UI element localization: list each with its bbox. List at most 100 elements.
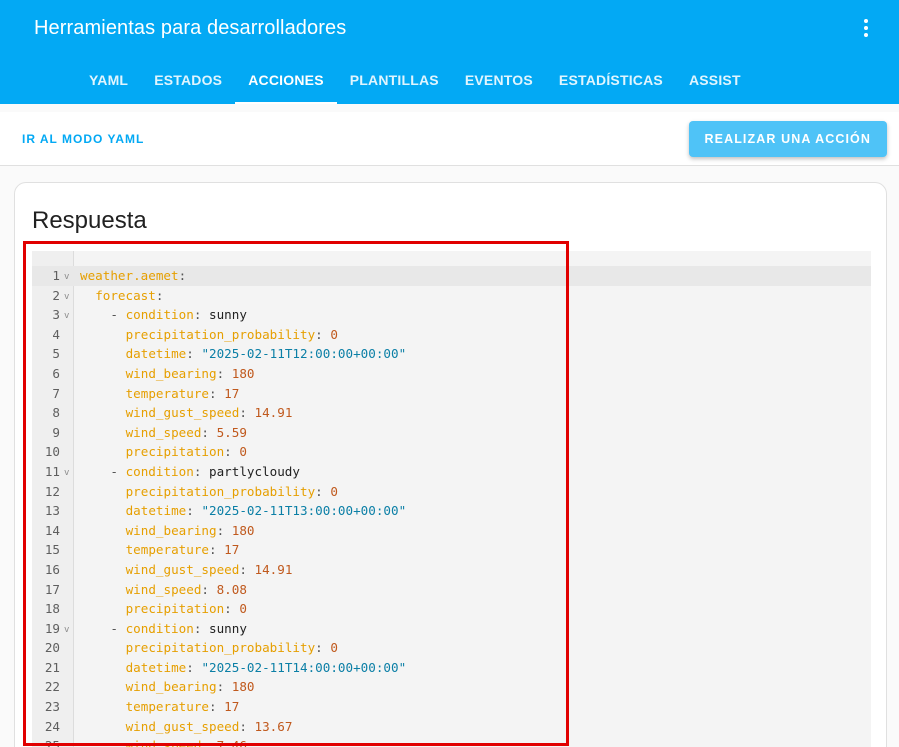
yaml-colon: : [209,385,225,401]
code-line: 7 temperature: 17 [32,384,871,404]
yaml-value: 180 [231,679,255,695]
code-content: wind_bearing: 180 [80,677,255,697]
line-number: 7 [52,385,60,401]
yaml-colon: : [315,326,331,342]
yaml-colon: : [186,346,202,362]
line-number: 19 [44,620,60,636]
yaml-value: 13.67 [254,718,293,734]
tab-acciones[interactable]: Acciones [235,56,337,104]
yaml-colon: : [186,659,202,675]
code-content: temperature: 17 [80,540,240,560]
yaml-value: sunny [208,620,247,636]
code-content: wind_gust_speed: 14.91 [80,560,293,580]
code-line: 21 datetime: "2025-02-11T14:00:00+00:00" [32,658,871,678]
yaml-mode-link[interactable]: IR AL MODO YAML [22,132,144,146]
yaml-value: 0 [239,601,247,617]
yaml-key: condition [125,307,194,323]
yaml-value: 0 [330,326,338,342]
line-number: 23 [44,699,60,715]
yaml-value: 0 [330,483,338,499]
code-content: wind_speed: 5.59 [80,423,247,443]
code-content: datetime: "2025-02-11T14:00:00+00:00" [80,658,407,678]
line-number: 2 [52,287,60,303]
yaml-key: wind_bearing [125,365,217,381]
yaml-colon: : [178,268,187,283]
line-number: 13 [44,503,60,519]
code-content: precipitation_probability: 0 [80,638,338,658]
line-number: 17 [44,581,60,597]
code-line: 17 wind_speed: 8.08 [32,580,871,600]
line-number: 12 [44,483,60,499]
code-content: precipitation_probability: 0 [80,482,338,502]
yaml-colon: : [315,640,331,656]
line-number: 21 [44,659,60,675]
dots-vertical-icon [864,19,868,23]
code-line: 13 datetime: "2025-02-11T13:00:00+00:00" [32,501,871,521]
yaml-colon: : [239,718,255,734]
code-line: 3v- condition: sunny [32,305,871,325]
yaml-colon: : [216,679,232,695]
code-line: 11 v - condition: partlycloudy [32,462,871,482]
list-dash: - [110,620,126,636]
tab-estadísticas[interactable]: Estadísticas [546,56,676,104]
yaml-key: wind_bearing [125,679,217,695]
line-number: 9 [52,424,60,440]
yaml-key: datetime [125,503,187,519]
yaml-colon: : [216,522,232,538]
yaml-colon: : [216,365,232,381]
yaml-key: wind_gust_speed [125,561,240,577]
yaml-key: precipitation_probability [125,326,316,342]
code-line: 1 v weather.aemet: [32,266,871,286]
code-content: precipitation_probability: 0 [80,325,338,345]
list-dash: - [110,307,126,323]
response-code-editor[interactable]: 1 v weather.aemet: 2 v forecast: 3 v - condition… [32,251,871,747]
code-line: 22 wind_bearing: 180 [32,677,871,697]
yaml-colon: : [224,601,240,617]
yaml-key: precipitation_probability [125,640,316,656]
code-line: 2 v forecast: [32,286,871,306]
code-line: 10 precipitation: 0 [32,442,871,462]
tab-eventos[interactable]: Eventos [452,56,546,104]
yaml-value: 7.46 [216,738,247,747]
code-line: 16 wind_gust_speed: 14.91 [32,560,871,580]
line-number: 11 [44,463,60,479]
yaml-colon: : [201,424,217,440]
code-line: 4 precipitation_probability: 0 [32,325,871,345]
tab-estados[interactable]: Estados [141,56,235,104]
yaml-value: 17 [224,542,240,558]
code-line: 25 wind_speed: 7.46 [32,736,871,747]
code-content: datetime: "2025-02-11T13:00:00+00:00" [80,501,407,521]
code-line: 5 datetime: "2025-02-11T12:00:00+00:00" [32,344,871,364]
line-number: 10 [44,444,60,460]
yaml-value: 14.91 [254,405,293,421]
tab-assist[interactable]: Assist [676,56,754,104]
yaml-colon: : [209,699,225,715]
yaml-key: precipitation [125,601,225,617]
code-content: wind_bearing: 180 [80,521,255,541]
perform-action-button[interactable]: REALIZAR UNA ACCIÓN [688,121,887,157]
yaml-colon: : [193,620,209,636]
line-number: 5 [52,346,60,362]
tab-plantillas[interactable]: Plantillas [337,56,452,104]
line-number: 22 [44,679,60,695]
code-content: wind_speed: 7.46 [80,736,247,747]
yaml-key: forecast [95,287,156,303]
line-number: 18 [44,601,60,617]
yaml-value: 0 [239,444,247,460]
code-content: forecast: [80,286,163,306]
yaml-value: 8.08 [216,581,247,597]
code-line: 8 wind_gust_speed: 14.91 [32,403,871,423]
page-title: Herramientas para desarrolladores [34,17,347,39]
response-card: Respuesta 1 v weather.aemet: 2 v forecast: 3 v -… [14,182,887,747]
yaml-colon: : [315,483,331,499]
code-line: 14 wind_bearing: 180 [32,521,871,541]
yaml-value: "2025-02-11T14:00:00+00:00" [201,659,407,675]
overflow-menu-button[interactable] [855,16,877,40]
code-line: 24 wind_gust_speed: 13.67 [32,717,871,737]
line-number: 20 [44,640,60,656]
yaml-key: weather.aemet [80,268,179,283]
tab-yaml[interactable]: YAML [76,56,141,104]
code-content: temperature: 17 [80,697,240,717]
code-line: 18 precipitation: 0 [32,599,871,619]
yaml-key: wind_speed [125,424,202,440]
